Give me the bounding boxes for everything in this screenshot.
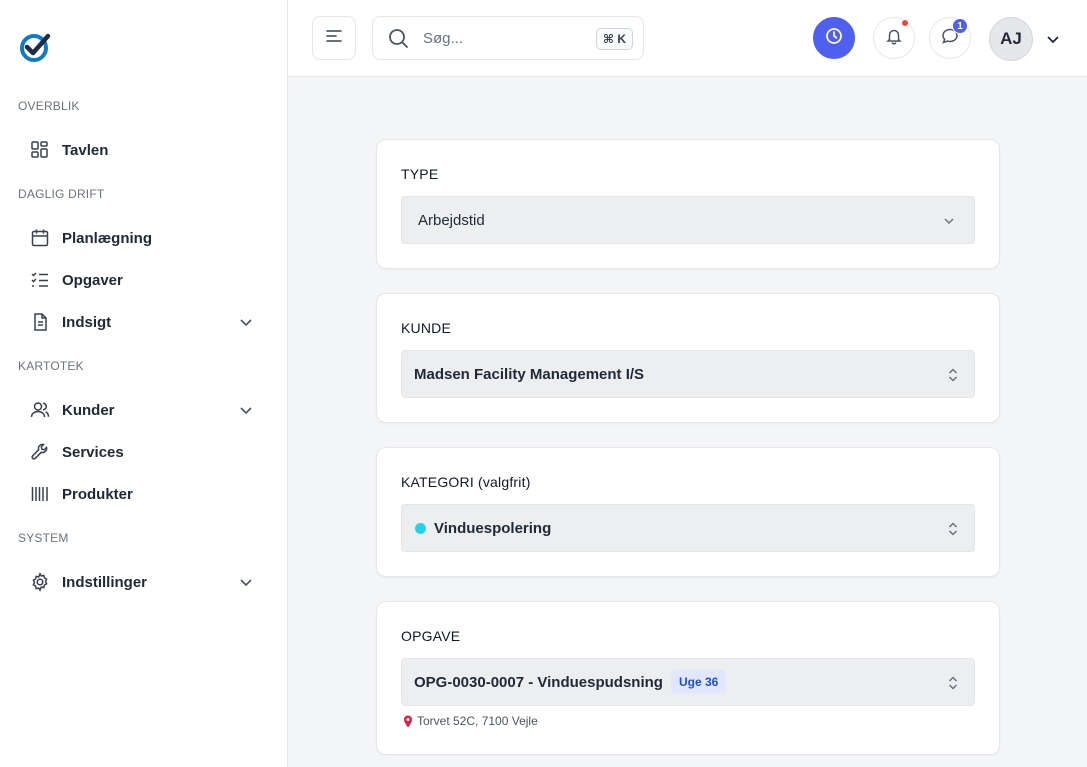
search-input[interactable]: [423, 29, 583, 47]
search-shortcut-badge: ⌘ K: [595, 28, 633, 50]
calendar-icon: [30, 228, 50, 248]
task-label: OPGAVE: [401, 628, 461, 644]
sidebar-item-label: Services: [62, 443, 124, 461]
customer-select[interactable]: Madsen Facility Management I/S: [401, 350, 975, 398]
barcode-icon: [30, 484, 50, 504]
time-tracking-button[interactable]: [813, 17, 855, 59]
chevron-down-icon[interactable]: [238, 402, 254, 418]
type-label: TYPE: [401, 166, 439, 182]
task-select[interactable]: OPG-0030-0007 - Vinduespudsning Uge 36: [401, 658, 975, 706]
gear-icon: [30, 572, 50, 592]
sidebar-item-indstillinger[interactable]: Indstillinger: [18, 563, 270, 601]
category-card: KATEGORI (valgfrit) Vinduespolering: [376, 447, 1000, 577]
category-select[interactable]: Vinduespolering: [401, 504, 975, 552]
chevron-down-icon: [942, 214, 956, 228]
search-icon: [387, 27, 409, 49]
top-header: ⌘ K 1 AJ: [288, 0, 1087, 77]
task-address-text: Torvet 52C, 7100 Vejle: [417, 714, 538, 728]
document-icon: [30, 312, 50, 332]
task-select-value: OPG-0030-0007 - Vinduespudsning: [414, 673, 663, 691]
chevron-up-down-icon: [946, 520, 960, 538]
sidebar-item-label: Produkter: [62, 485, 133, 503]
user-avatar[interactable]: AJ: [989, 17, 1033, 61]
sidebar-item-label: Kunder: [62, 401, 115, 419]
checklist-icon: [30, 270, 50, 290]
week-badge: Uge 36: [670, 670, 727, 694]
sidebar-item-label: Planlægning: [62, 229, 152, 247]
notifications-button[interactable]: [873, 17, 915, 59]
sidebar-item-label: Opgaver: [62, 271, 123, 289]
customer-label: KUNDE: [401, 320, 452, 336]
chevron-down-icon[interactable]: [238, 574, 254, 590]
menu-icon: [325, 27, 343, 50]
messages-button[interactable]: 1: [929, 17, 971, 59]
messages-count-badge: 1: [952, 18, 968, 34]
chevron-up-down-icon: [946, 674, 960, 692]
sidebar-item-indsigt[interactable]: Indsigt: [18, 303, 270, 341]
sidebar: OVERBLIK Tavlen DAGLIG DRIFT Planlægning…: [0, 0, 288, 767]
grid-icon: [30, 140, 50, 160]
sidebar-item-produkter[interactable]: Produkter: [18, 475, 270, 513]
task-address: Torvet 52C, 7100 Vejle: [403, 714, 538, 728]
chevron-down-icon[interactable]: [238, 314, 254, 330]
customer-select-value: Madsen Facility Management I/S: [414, 365, 645, 383]
sidebar-item-opgaver[interactable]: Opgaver: [18, 261, 270, 299]
notification-dot: [901, 19, 909, 27]
category-label: KATEGORI (valgfrit): [401, 474, 531, 490]
chevron-up-down-icon: [946, 366, 960, 384]
sidebar-item-kunder[interactable]: Kunder: [18, 391, 270, 429]
section-label-kartotek: KARTOTEK: [18, 359, 84, 373]
users-icon: [30, 400, 50, 420]
wrench-icon: [30, 442, 50, 462]
type-card: TYPE Arbejdstid: [376, 139, 1000, 269]
task-card: OPGAVE OPG-0030-0007 - Vinduespudsning U…: [376, 601, 1000, 755]
category-select-value: Vinduespolering: [434, 519, 552, 537]
search-bar[interactable]: ⌘ K: [372, 16, 644, 60]
sidebar-item-services[interactable]: Services: [18, 433, 270, 471]
sidebar-item-tavlen[interactable]: Tavlen: [18, 131, 270, 169]
chevron-down-icon[interactable]: [1045, 31, 1061, 47]
section-label-system: SYSTEM: [18, 531, 69, 545]
sidebar-item-label: Tavlen: [62, 141, 109, 159]
bell-icon: [885, 27, 903, 50]
section-label-overblik: OVERBLIK: [18, 99, 80, 113]
category-color-dot: [415, 522, 426, 534]
sidebar-item-label: Indsigt: [62, 313, 112, 331]
sidebar-item-planlaegning[interactable]: Planlægning: [18, 219, 270, 257]
clock-icon: [825, 27, 843, 50]
type-select[interactable]: Arbejdstid: [401, 196, 975, 244]
customer-card: KUNDE Madsen Facility Management I/S: [376, 293, 1000, 423]
app-logo-icon[interactable]: [18, 30, 52, 64]
map-pin-icon: [403, 715, 413, 728]
type-select-value: Arbejdstid: [418, 211, 485, 229]
sidebar-item-label: Indstillinger: [62, 573, 148, 591]
section-label-daglig-drift: DAGLIG DRIFT: [18, 187, 105, 201]
menu-toggle-button[interactable]: [312, 16, 356, 60]
